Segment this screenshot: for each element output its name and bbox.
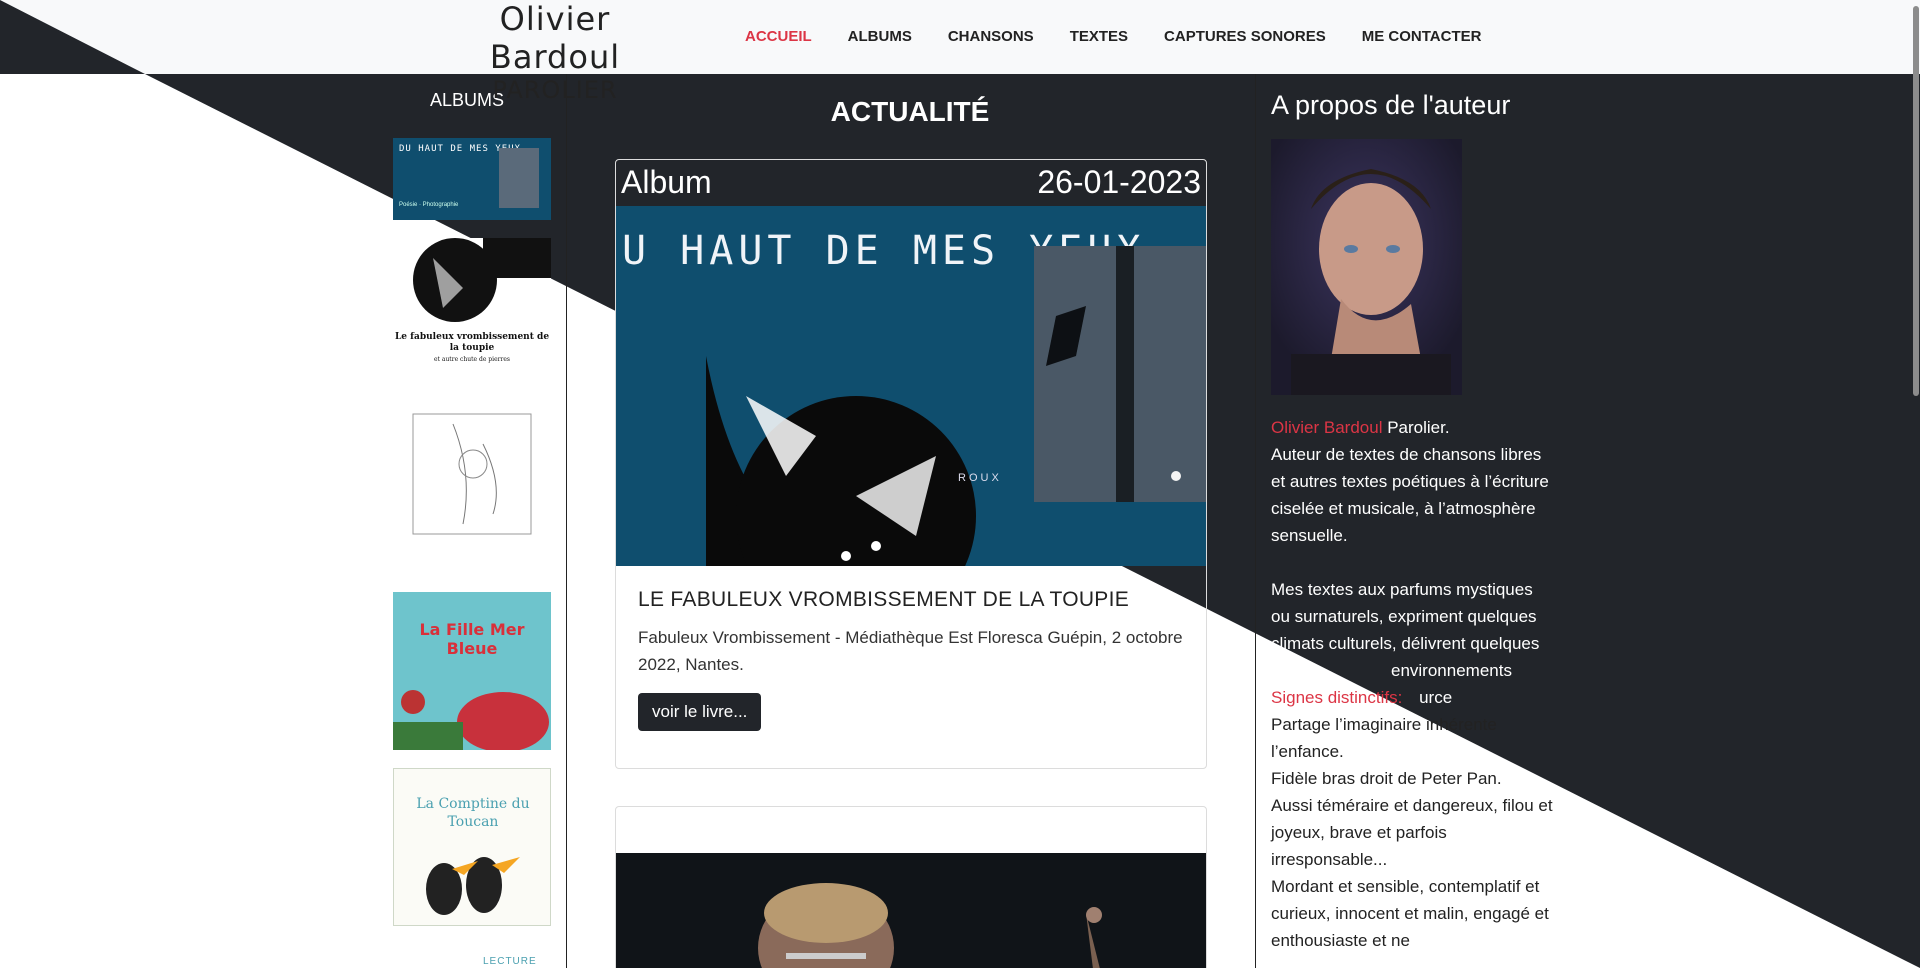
card-type: Capture sonore xyxy=(617,811,838,847)
card-body: LE FABULEUX VROMBISSEMENT DE LA TOUPIE F… xyxy=(616,566,1206,753)
page-title: ACTUALITÉ xyxy=(830,96,990,127)
card-type: Album xyxy=(621,164,712,200)
thumb-toucans xyxy=(426,857,520,915)
nav-accueil[interactable]: ACCUEIL xyxy=(745,28,812,45)
image-artwork xyxy=(706,246,1206,566)
signes-label: Signes distinctifs: xyxy=(1271,688,1403,707)
album-thumb-la-fille-mer-bleue[interactable]: La Fille Mer Bleue xyxy=(393,592,551,750)
album-thumb-lecture[interactable]: LECTURE xyxy=(393,954,551,968)
album-thumb-illustration[interactable] xyxy=(393,384,551,544)
card-header: Album 26-01-2023 xyxy=(616,160,1206,206)
about-line: l’enfance. xyxy=(1271,742,1344,761)
thumb-subcaption: Poésie · Photographie xyxy=(399,202,459,208)
author-role: Parolier. xyxy=(1382,418,1450,437)
about-line: Partage l’imaginaire inhérente xyxy=(1271,715,1497,734)
brand-subtitle: PAROLIER xyxy=(492,76,618,104)
thumb-subcaption: et autre chute de pierres xyxy=(434,356,510,363)
author-portrait xyxy=(1271,139,1462,395)
card-image[interactable] xyxy=(616,853,1206,968)
news-card-capture: Capture sonore 25-02-2023 xyxy=(615,806,1207,968)
thumb-photo xyxy=(499,148,539,208)
card-image[interactable]: U HAUT DE MES YEUX ROUX xyxy=(616,206,1206,566)
album-thumb-fabuleux-vrombissement[interactable]: Le fabuleux vrombissement de la toupie e… xyxy=(393,238,551,378)
about-title: A propos de l'auteur xyxy=(1271,90,1511,120)
about-line: Mordant et sensible, contemplatif et cur… xyxy=(1271,877,1549,950)
thumb-caption: La Comptine du Toucan xyxy=(416,796,530,830)
page-scrollbar[interactable] xyxy=(1912,0,1920,968)
thumb-drawing xyxy=(412,413,532,535)
nav-me-contacter[interactable]: ME CONTACTER xyxy=(1362,28,1482,45)
card-title: LE FABULEUX VROMBISSEMENT DE LA TOUPIE xyxy=(638,588,1130,611)
thumb-caption: LECTURE xyxy=(483,956,537,967)
about-author: A propos de l'auteur Olivier Bardoul Par… xyxy=(1255,74,1555,968)
thumb-fish xyxy=(393,690,549,750)
scrollbar-thumb[interactable] xyxy=(1913,6,1919,396)
thumb-caption: Le fabuleux vrombissement de la toupie xyxy=(394,332,550,353)
album-thumb-la-comptine-du-toucan[interactable]: La Comptine du Toucan xyxy=(393,768,551,926)
about-intro: Auteur de textes de chansons libres et a… xyxy=(1271,445,1549,545)
albums-sidebar: ALBUMS DU HAUT DE MES YEUX Poésie · Phot… xyxy=(392,74,567,968)
author-photo xyxy=(1271,139,1462,395)
about-text: Olivier Bardoul Parolier. Auteur de text… xyxy=(1271,414,1556,954)
brand-name: Olivier Bardoul xyxy=(489,0,621,76)
news-card-album: Album 26-01-2023 U HAUT DE MES YEUX ROUX… xyxy=(615,159,1207,769)
card-date: 25-02-2023 xyxy=(1037,811,1201,847)
signes-value: urce xyxy=(1419,688,1453,707)
main-nav: ACCUEIL ALBUMS CHANSONS TEXTES CAPTURES … xyxy=(745,28,1517,45)
author-name-link[interactable]: Olivier Bardoul xyxy=(1271,418,1383,437)
site-header: Olivier Bardoul PAROLIER ACCUEIL ALBUMS … xyxy=(0,0,1920,104)
about-paragraph: Mes textes aux parfums mystiques ou surn… xyxy=(1271,580,1540,653)
about-line: Aussi téméraire et dangereux, filou et j… xyxy=(1271,796,1553,869)
card-header: Capture sonore 25-02-2023 xyxy=(616,807,1206,853)
about-line: Fidèle bras droit de Peter Pan. xyxy=(1271,769,1502,788)
nav-captures-sonores[interactable]: CAPTURES SONORES xyxy=(1164,28,1326,45)
album-thumb-du-haut-de-mes-yeux[interactable]: DU HAUT DE MES YEUX Poésie · Photographi… xyxy=(393,138,551,220)
nav-albums[interactable]: ALBUMS xyxy=(848,28,912,45)
nav-chansons[interactable]: CHANSONS xyxy=(948,28,1034,45)
view-book-button[interactable]: voir le livre... xyxy=(638,693,762,731)
brand[interactable]: Olivier Bardoul PAROLIER xyxy=(430,0,680,104)
nav-textes[interactable]: TEXTES xyxy=(1070,28,1128,45)
about-paragraph-tail: environnements xyxy=(1391,661,1512,680)
image-credit: ROUX xyxy=(958,472,1002,484)
image-artwork xyxy=(758,883,1102,968)
card-date: 26-01-2023 xyxy=(1037,164,1201,200)
card-text: Fabuleux Vrombissement - Médiathèque Est… xyxy=(638,628,1183,674)
